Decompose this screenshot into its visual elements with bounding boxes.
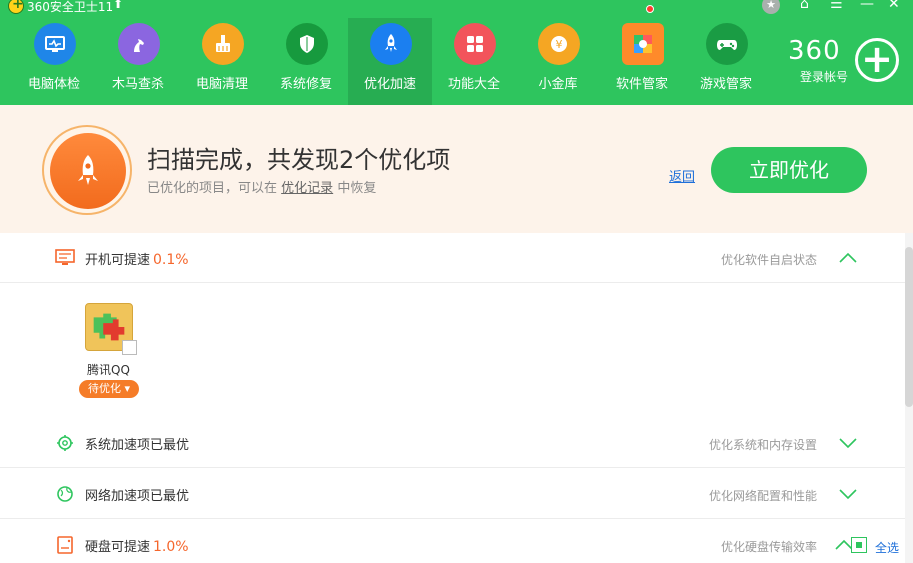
nav-label: 优化加速 xyxy=(363,77,416,92)
nav-label: 系统修复 xyxy=(279,77,332,92)
scan-result-banner: 扫描完成，共发现2个优化项 已优化的项目，可以在 优化记录 中恢复 返回 立即优… xyxy=(0,105,913,233)
menu-icon[interactable]: ⌂ xyxy=(800,0,809,12)
nav-label: 功能大全 xyxy=(447,77,500,92)
nav-item-game-manager[interactable]: 游戏管家 xyxy=(684,18,768,105)
nav-item-vault[interactable]: ¥ 小金库 xyxy=(516,18,600,105)
section-title-text: 系统加速项已最优 xyxy=(85,438,190,453)
chevron-down-icon[interactable] xyxy=(838,436,858,450)
nav-item-trojan-scan[interactable]: 木马查杀 xyxy=(96,18,180,105)
coin-icon: ¥ xyxy=(538,23,580,65)
section-network[interactable]: 网络加速项已最优 优化网络配置和性能 xyxy=(0,469,905,519)
app-title: 360安全卫士11 xyxy=(27,0,114,14)
select-all-checkbox[interactable] xyxy=(851,537,867,553)
back-link[interactable]: 返回 xyxy=(669,166,695,185)
app-name: 腾讯QQ xyxy=(87,363,130,377)
svg-text:¥: ¥ xyxy=(556,38,563,51)
app-logo-icon xyxy=(8,0,24,14)
section-title-text: 网络加速项已最优 xyxy=(85,489,190,504)
minimize-icon[interactable]: — xyxy=(860,0,874,12)
nav-item-cleanup[interactable]: 电脑清理 xyxy=(180,18,264,105)
section-hint: 优化系统和内存设置 xyxy=(708,438,817,452)
upgrade-arrow-icon[interactable]: ⬆ xyxy=(113,0,123,11)
nav-label: 软件管家 xyxy=(615,77,668,92)
section-title-text: 开机可提速 xyxy=(85,253,151,268)
chevron-down-icon[interactable] xyxy=(838,487,858,501)
grid-icon xyxy=(454,23,496,65)
broom-icon xyxy=(202,23,244,65)
rocket-icon xyxy=(50,133,126,209)
nav-label: 电脑清理 xyxy=(195,77,248,92)
notification-dot xyxy=(646,5,654,13)
nav-label: 小金库 xyxy=(538,77,578,92)
disk-icon xyxy=(57,536,73,554)
pc-checkup-icon xyxy=(34,23,76,65)
header: 360安全卫士11 ⬆ ★ ⌂ ☰ — ✕ 电脑体检 木马查杀 电脑清理 xyxy=(0,0,913,105)
gamepad-icon xyxy=(706,23,748,65)
shield-icon xyxy=(286,23,328,65)
speedup-percent: 1.0% xyxy=(153,539,189,555)
scan-result-subtitle: 已优化的项目，可以在 优化记录 中恢复 xyxy=(147,177,376,196)
section-startup[interactable]: 开机可提速 0.1% 优化软件自启状态 xyxy=(0,233,905,283)
close-icon[interactable]: ✕ xyxy=(888,0,900,12)
settings-menu-icon[interactable]: ☰ xyxy=(830,0,843,12)
section-disk[interactable]: 硬盘可提速 1.0% 优化硬盘传输效率 xyxy=(0,520,905,563)
login-plus-icon[interactable]: + xyxy=(855,38,899,82)
app-checkbox[interactable] xyxy=(122,340,137,355)
subtitle-prefix: 已优化的项目，可以在 xyxy=(147,181,278,196)
monitor-icon xyxy=(55,249,75,265)
horse-icon xyxy=(118,23,160,65)
nav-label: 木马查杀 xyxy=(111,77,164,92)
app-status-dropdown[interactable]: 待优化 ▾ xyxy=(79,380,139,398)
nav-item-optimize[interactable]: 优化加速 xyxy=(348,18,432,105)
nav-label: 电脑体检 xyxy=(27,77,80,92)
nav-item-software-manager[interactable]: 软件管家 xyxy=(600,18,684,105)
nav-item-pc-checkup[interactable]: 电脑体检 xyxy=(12,18,96,105)
nav-item-system-repair[interactable]: 系统修复 xyxy=(264,18,348,105)
scan-result-title: 扫描完成，共发现2个优化项 xyxy=(147,146,451,174)
nav-item-features[interactable]: 功能大全 xyxy=(432,18,516,105)
section-title: 开机可提速 0.1% xyxy=(85,249,189,268)
subtitle-suffix: 中恢复 xyxy=(337,181,377,196)
section-hint: 优化硬盘传输效率 xyxy=(720,540,817,554)
nav-label: 游戏管家 xyxy=(699,77,752,92)
optimize-now-button[interactable]: 立即优化 xyxy=(711,147,867,193)
skin-icon[interactable]: ★ xyxy=(762,0,780,14)
select-all-label[interactable]: 全选 xyxy=(875,539,899,556)
rocket-icon xyxy=(370,23,412,65)
section-title: 系统加速项已最优 xyxy=(85,434,189,453)
gear-icon xyxy=(57,435,73,451)
section-system[interactable]: 系统加速项已最优 优化系统和内存设置 xyxy=(0,418,905,468)
speedup-percent: 0.1% xyxy=(153,252,189,268)
section-title: 硬盘可提速 1.0% xyxy=(85,536,189,555)
section-title: 网络加速项已最优 xyxy=(85,485,189,504)
app-status-label: 待优化 xyxy=(87,382,121,395)
optimize-history-link[interactable]: 优化记录 xyxy=(281,181,333,196)
globe-icon xyxy=(57,486,73,502)
login-label[interactable]: 登录帐号 xyxy=(800,68,848,85)
software-icon xyxy=(622,23,664,65)
title-bar: 360安全卫士11 ⬆ ★ ⌂ ☰ — ✕ xyxy=(0,0,913,14)
brand-logo: 360 xyxy=(788,36,841,66)
scrollbar-thumb[interactable] xyxy=(905,247,913,407)
chevron-up-icon[interactable] xyxy=(838,251,858,265)
section-hint: 优化网络配置和性能 xyxy=(708,489,817,503)
section-hint: 优化软件自启状态 xyxy=(720,253,817,267)
section-title-text: 硬盘可提速 xyxy=(85,540,151,555)
